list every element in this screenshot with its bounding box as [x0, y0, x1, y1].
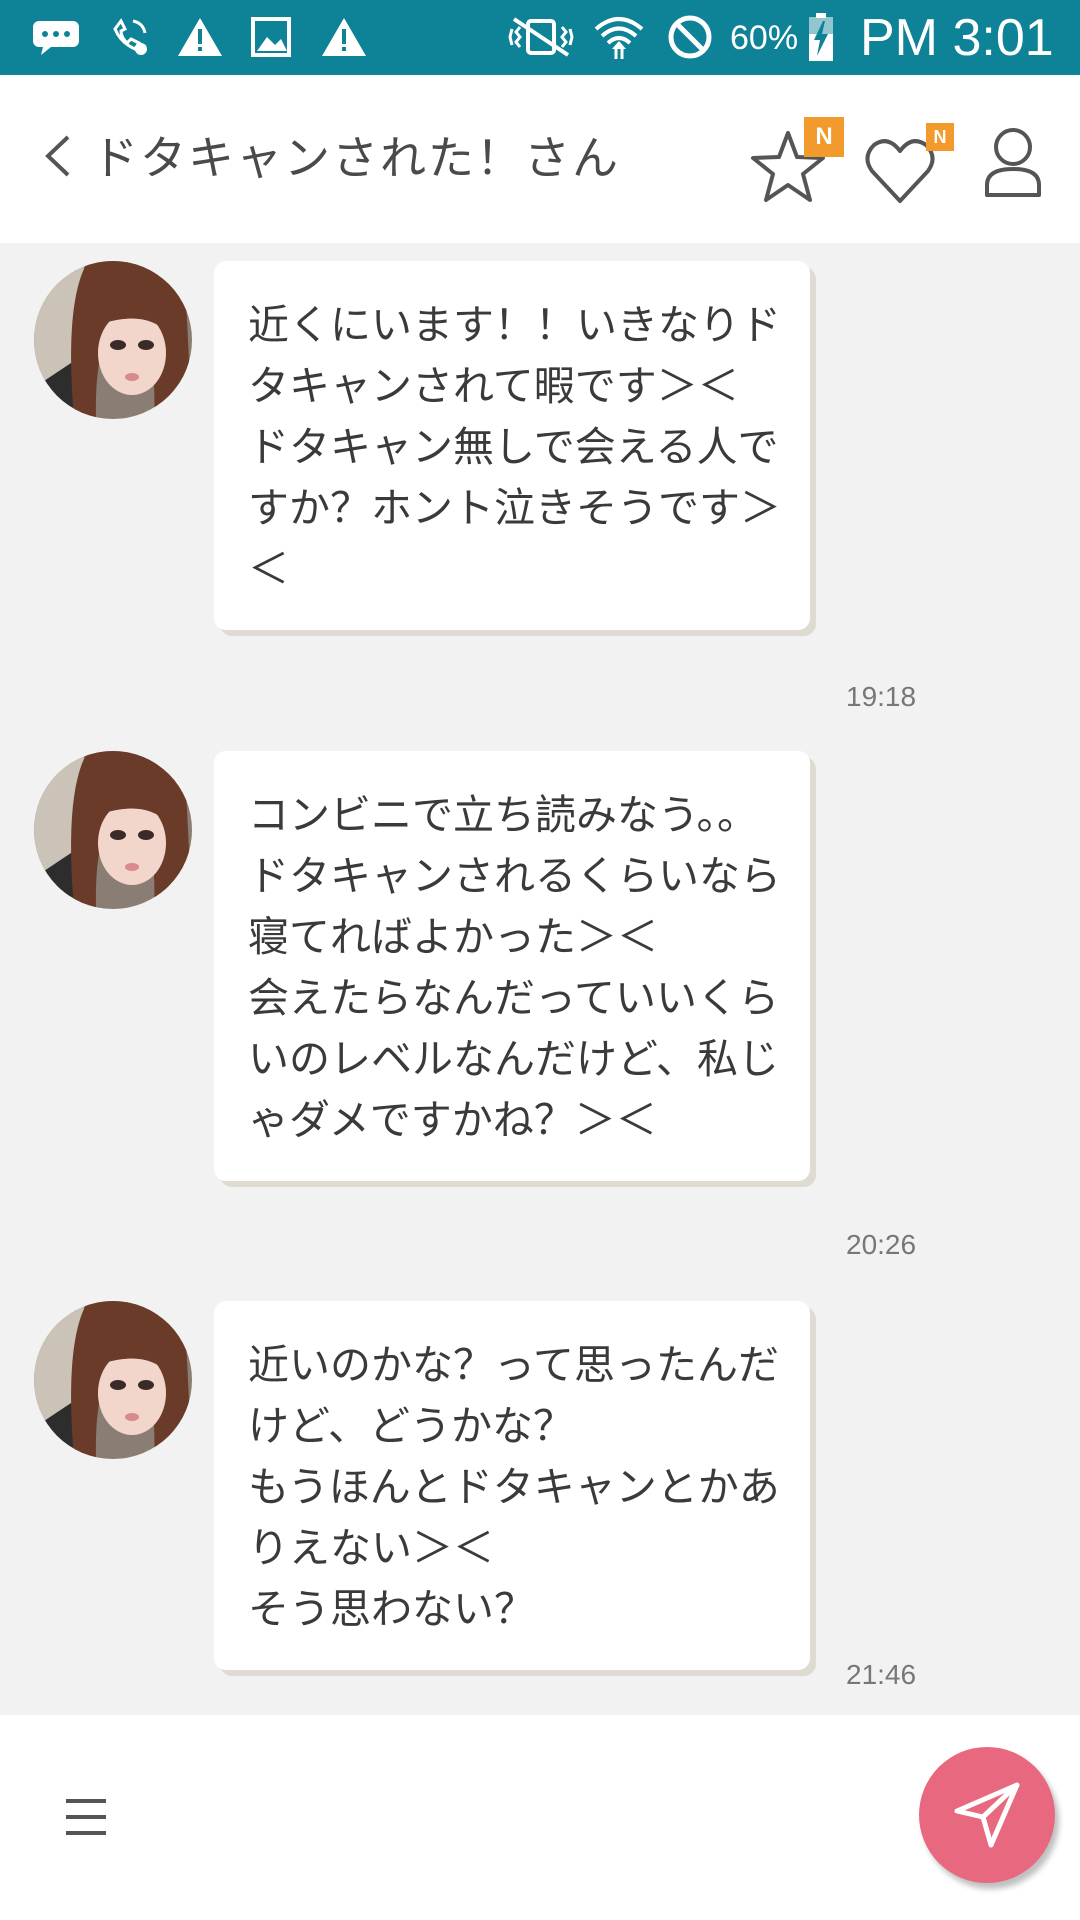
- status-time: PM 3:01: [860, 9, 1054, 67]
- back-chevron-icon[interactable]: [38, 131, 78, 181]
- message-bubble[interactable]: コンビニで立ち読みなう。。 ドタキャンされるくらいなら寝てればよかった＞＜ 会え…: [214, 751, 810, 1181]
- message-bubble[interactable]: 近くにいます！！いきなりドタキャンされて暇です＞＜ ドタキャン無しで会える人です…: [214, 261, 810, 630]
- message-time: 21:46: [846, 1659, 917, 1690]
- send-button[interactable]: [919, 1747, 1055, 1883]
- message-text: 近いのかな？って思ったんだけど、どうかな？ もうほんとドタキャンとかありえない＞…: [248, 1341, 780, 1633]
- send-icon: [954, 1782, 1020, 1848]
- message-bubble[interactable]: 近いのかな？って思ったんだけど、どうかな？ もうほんとドタキャンとかありえない＞…: [214, 1301, 810, 1670]
- compose-bar: [0, 1715, 1080, 1920]
- new-badge: N: [804, 117, 844, 157]
- user-icon: [985, 128, 1041, 197]
- page-title[interactable]: ドタキャンされた！さん: [92, 123, 620, 193]
- message-text: 近くにいます！！いきなりドタキャンされて暇です＞＜ ドタキャン無しで会える人です…: [248, 301, 781, 593]
- message-time: 19:18: [846, 681, 917, 712]
- wifi-icon: [590, 12, 648, 62]
- message-list[interactable]: 近くにいます！！いきなりドタキャンされて暇です＞＜ ドタキャン無しで会える人です…: [0, 243, 1080, 1715]
- avatar[interactable]: [34, 261, 192, 419]
- block-icon: [664, 12, 716, 62]
- menu-icon[interactable]: [62, 1793, 110, 1841]
- message-time: 20:26: [846, 1229, 917, 1260]
- warning-icon: [318, 12, 370, 62]
- message-text: コンビニで立ち読みなう。。 ドタキャンされるくらいなら寝てればよかった＞＜ 会え…: [248, 791, 781, 1144]
- message-icon: [28, 12, 84, 62]
- favorite-button[interactable]: N: [748, 115, 844, 205]
- like-button[interactable]: N: [862, 115, 954, 205]
- wifi-calling-icon: [104, 12, 154, 62]
- battery-percent: 60%: [730, 19, 799, 57]
- warning-icon: [174, 12, 226, 62]
- profile-button[interactable]: [975, 115, 1065, 205]
- vibrate-icon: [506, 12, 576, 62]
- avatar[interactable]: [34, 1301, 192, 1459]
- status-bar: 60% PM 3:01: [0, 0, 1080, 75]
- avatar[interactable]: [34, 751, 192, 909]
- new-badge: N: [926, 123, 954, 151]
- chat-header: ドタキャンされた！さん N N: [0, 75, 1080, 243]
- battery-charging-icon: [806, 12, 836, 62]
- image-icon: [246, 12, 296, 62]
